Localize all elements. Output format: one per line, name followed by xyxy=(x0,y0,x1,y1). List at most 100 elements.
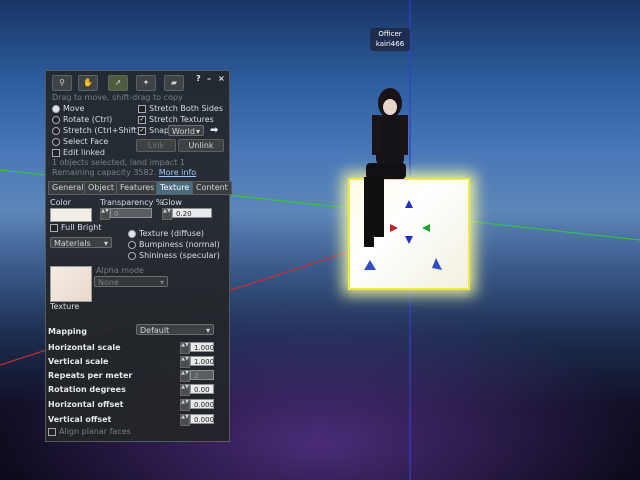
radio-off-icon xyxy=(128,240,136,249)
stretch-both-label: Stretch Both Sides xyxy=(149,104,223,113)
radio-diffuse-label: Texture (diffuse) xyxy=(139,229,205,238)
checkbox-off-icon xyxy=(48,427,56,436)
h-scale-spinner[interactable]: ▲▼ xyxy=(180,342,190,354)
rotation-spinner[interactable]: ▲▼ xyxy=(180,384,190,396)
v-scale-spinner[interactable]: ▲▼ xyxy=(180,356,190,368)
focus-tool-button[interactable]: ⚲ xyxy=(52,75,72,91)
transparency-field[interactable]: 0 xyxy=(110,208,152,218)
radio-diffuse[interactable]: Texture (diffuse) xyxy=(128,229,204,238)
full-bright-label: Full Bright xyxy=(61,223,102,232)
snap-checkbox[interactable]: ✓ Snap xyxy=(138,126,169,135)
pointer-icon: ➚ xyxy=(114,78,122,87)
repeats-field[interactable]: 2 xyxy=(190,370,214,380)
radio-on-icon xyxy=(52,104,60,113)
checkbox-off-icon xyxy=(52,148,60,157)
texture-thumbnail[interactable] xyxy=(50,266,92,302)
arrow-right-icon[interactable]: ➡ xyxy=(210,125,218,136)
nametag-name: kairi466 xyxy=(375,40,405,48)
link-button[interactable]: Link xyxy=(136,139,176,152)
mapping-dropdown[interactable]: Default xyxy=(136,324,214,336)
move-tool-button[interactable]: ✋ xyxy=(78,75,98,91)
unlink-button[interactable]: Unlink xyxy=(178,139,224,152)
radio-shiny[interactable]: Shininess (specular) xyxy=(128,251,220,260)
mapping-label: Mapping xyxy=(48,327,87,336)
v-scale-field[interactable]: 1.000 xyxy=(190,356,214,366)
checkbox-on-icon: ✓ xyxy=(138,115,146,124)
align-planar-checkbox[interactable]: Align planar faces xyxy=(48,427,131,436)
alpha-mode-dropdown[interactable]: None xyxy=(94,276,168,288)
build-tools-window[interactable]: ⚲ ✋ ➚ ✦ ▰ ? – × Drag to move, shift-drag… xyxy=(45,70,232,442)
color-swatch[interactable] xyxy=(50,208,92,222)
glow-spinner[interactable]: ▲▼ xyxy=(162,208,172,220)
wand-icon: ✦ xyxy=(142,78,150,87)
glow-field[interactable]: 0.20 xyxy=(172,208,212,218)
close-button[interactable]: × xyxy=(218,74,225,83)
h-offset-label: Horizontal offset xyxy=(48,400,124,409)
mode-rotate[interactable]: Rotate (Ctrl) xyxy=(52,115,112,124)
edit-linked-label: Edit linked xyxy=(63,148,105,157)
radio-on-icon xyxy=(128,229,136,238)
checkbox-off-icon xyxy=(138,104,146,113)
transparency-spinner[interactable]: ▲▼ xyxy=(100,208,110,220)
h-scale-field[interactable]: 1.000 xyxy=(190,342,214,352)
snap-label: Snap xyxy=(149,126,170,135)
radio-off-icon xyxy=(52,137,60,146)
transparency-label: Transparency % xyxy=(100,198,164,207)
stretch-textures-checkbox[interactable]: ✓ Stretch Textures xyxy=(138,115,214,124)
glow-label: Glow xyxy=(162,198,182,207)
capacity-text: Remaining capacity 3582. xyxy=(52,168,157,177)
more-info-link[interactable]: More info xyxy=(159,168,196,177)
tab-features[interactable]: Features xyxy=(116,181,159,195)
mode-rotate-label: Rotate (Ctrl) xyxy=(63,115,113,124)
create-tool-button[interactable]: ✦ xyxy=(136,75,156,91)
stretch-both-checkbox[interactable]: Stretch Both Sides xyxy=(138,104,223,113)
texture-label: Texture xyxy=(50,302,80,311)
mode-select-face-label: Select Face xyxy=(63,137,109,146)
materials-dropdown[interactable]: Materials xyxy=(50,237,112,249)
hint-text: Drag to move, shift-drag to copy xyxy=(52,93,183,102)
checkbox-off-icon xyxy=(50,223,58,232)
mode-select-face[interactable]: Select Face xyxy=(52,137,108,146)
radio-bump-label: Bumpiness (normal) xyxy=(139,240,220,249)
capacity-status: Remaining capacity 3582. More info xyxy=(52,168,196,177)
tab-object[interactable]: Object xyxy=(84,181,119,195)
radio-bump[interactable]: Bumpiness (normal) xyxy=(128,240,220,249)
rotation-field[interactable]: 0.00 xyxy=(190,384,214,394)
snap-mode-dropdown[interactable]: World xyxy=(168,125,204,137)
stretch-textures-label: Stretch Textures xyxy=(149,115,214,124)
mode-move[interactable]: Move xyxy=(52,104,84,113)
avatar-figure[interactable] xyxy=(360,85,420,260)
h-offset-field[interactable]: 0.000 xyxy=(190,399,214,409)
rotation-label: Rotation degrees xyxy=(48,385,126,394)
edit-tool-button[interactable]: ➚ xyxy=(108,75,128,91)
tab-content[interactable]: Content xyxy=(192,181,232,195)
mode-stretch-label: Stretch (Ctrl+Shift) xyxy=(63,126,140,135)
mode-move-label: Move xyxy=(63,104,85,113)
v-offset-spinner[interactable]: ▲▼ xyxy=(180,414,190,426)
radio-shiny-label: Shininess (specular) xyxy=(139,251,220,260)
help-button[interactable]: ? xyxy=(196,74,201,83)
v-scale-label: Vertical scale xyxy=(48,357,109,366)
full-bright-checkbox[interactable]: Full Bright xyxy=(50,223,102,232)
repeats-spinner[interactable]: ▲▼ xyxy=(180,370,190,382)
land-tool-button[interactable]: ▰ xyxy=(164,75,184,91)
radio-off-icon xyxy=(52,115,60,124)
hand-icon: ✋ xyxy=(83,78,93,87)
h-offset-spinner[interactable]: ▲▼ xyxy=(180,399,190,411)
tab-texture[interactable]: Texture xyxy=(156,181,194,195)
h-scale-label: Horizontal scale xyxy=(48,343,121,352)
bulldozer-icon: ▰ xyxy=(170,78,178,87)
minimize-button[interactable]: – xyxy=(207,74,211,83)
tab-general[interactable]: General xyxy=(48,181,88,195)
nametag-title: Officer xyxy=(378,30,402,38)
edit-linked-checkbox[interactable]: Edit linked xyxy=(52,148,105,157)
color-label: Color xyxy=(50,198,71,207)
radio-off-icon xyxy=(52,126,60,135)
mode-stretch[interactable]: Stretch (Ctrl+Shift) xyxy=(52,126,140,135)
v-offset-field[interactable]: 0.000 xyxy=(190,414,214,424)
selection-status: 1 objects selected, land impact 1 xyxy=(52,158,185,167)
alpha-mode-label: Alpha mode xyxy=(96,266,144,275)
avatar-nametag: Officer kairi466 xyxy=(370,28,410,51)
checkbox-on-icon: ✓ xyxy=(138,126,146,135)
v-offset-label: Vertical offset xyxy=(48,415,112,424)
